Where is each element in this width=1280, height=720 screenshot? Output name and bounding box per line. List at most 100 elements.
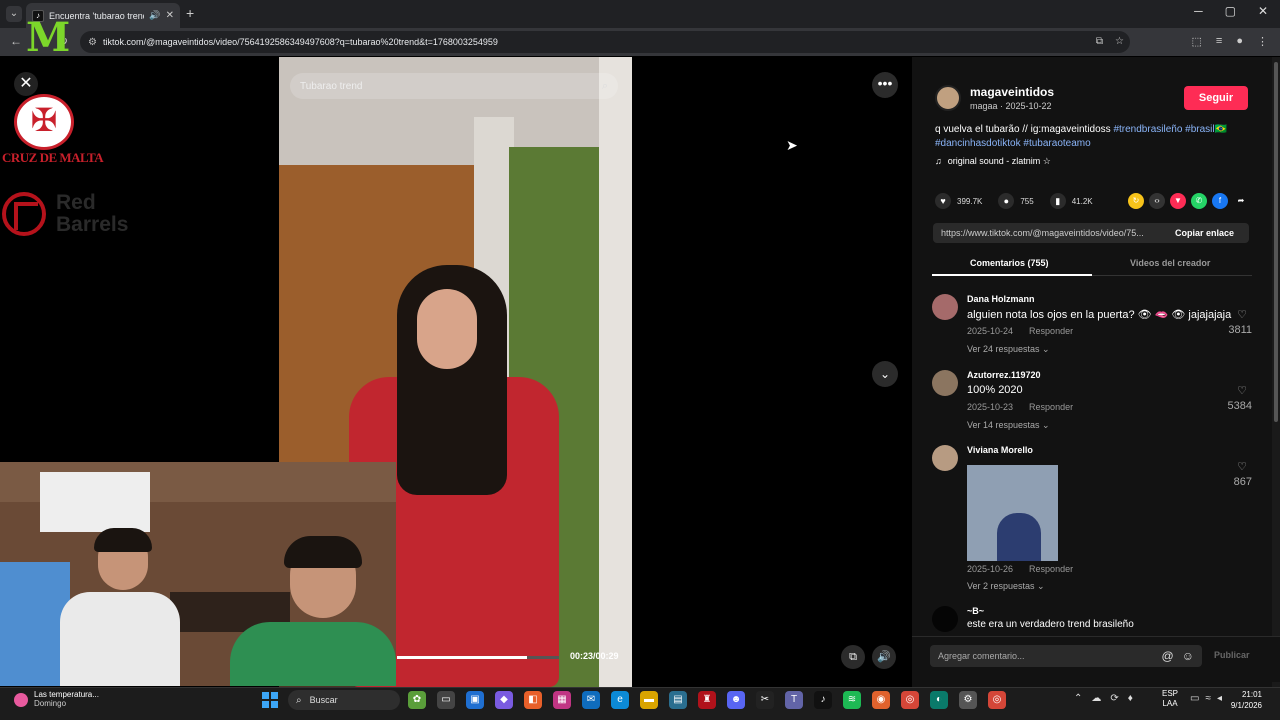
network-volume[interactable]: ▭ ≈ ◂ [1190, 693, 1222, 704]
menu-icon[interactable]: ⋮ [1257, 35, 1268, 48]
comment-user[interactable]: Viviana Morello [967, 445, 1033, 455]
cloud-icon[interactable]: ☁ [1091, 693, 1101, 704]
hashtag[interactable]: #dancinhasdotiktok [935, 138, 1021, 149]
speaker-icon[interactable]: 🔊 [149, 10, 160, 21]
chrome-icon[interactable]: ◎ [901, 691, 919, 709]
new-tab-button[interactable]: + [186, 5, 194, 21]
comment-user[interactable]: Azutorrez.119720 [967, 370, 1041, 380]
tab-comments[interactable]: Comentarios (755) [970, 258, 1049, 268]
hashtag[interactable]: #trendbrasileño [1113, 124, 1182, 135]
scroll-thumb[interactable] [1274, 62, 1278, 422]
comment-user[interactable]: ~B~ [967, 606, 984, 616]
view-replies-button[interactable]: Ver 14 respuestas ⌄ [967, 420, 1050, 431]
game-icon[interactable]: ♜ [698, 691, 716, 709]
publish-button[interactable]: Publicar [1214, 650, 1250, 660]
share-arrow-icon[interactable]: ➦ [1233, 193, 1249, 209]
next-video-icon[interactable]: ⌄ [872, 361, 898, 387]
avatar[interactable] [932, 606, 958, 632]
copilot-app-icon[interactable]: ◆ [495, 691, 513, 709]
comment-user[interactable]: Dana Holzmann [967, 294, 1035, 304]
pip-icon[interactable]: ⧉ [841, 645, 865, 669]
windows-start-icon[interactable] [262, 692, 278, 708]
profile-icon[interactable]: ● [1236, 35, 1243, 48]
clock[interactable]: 21:01 9/1/2026 [1222, 689, 1262, 711]
avatar[interactable] [932, 294, 958, 320]
close-video-icon[interactable]: ✕ [14, 72, 38, 96]
hashtag[interactable]: #brasil🇧🇷 [1185, 124, 1227, 135]
emoji-icon[interactable]: ☺ [1182, 649, 1194, 663]
copy-link-button[interactable]: Copiar enlace [1169, 228, 1234, 238]
bookmark-star-icon[interactable]: ☆ [1115, 36, 1124, 47]
media-icon[interactable]: ≡ [1216, 35, 1222, 48]
video-progress-bar[interactable] [397, 656, 559, 659]
mention-icon[interactable]: @ [1162, 649, 1174, 663]
install-icon[interactable]: ⧉ [1096, 36, 1103, 47]
taskbar-search[interactable]: ⌕ Buscar [288, 690, 400, 710]
photos-icon[interactable]: ▤ [669, 691, 687, 709]
video-search-bar[interactable]: Tubarao trend ⌕ [290, 73, 618, 99]
outlook-icon[interactable]: ✉ [582, 691, 600, 709]
spotify-icon[interactable]: ≋ [843, 691, 861, 709]
reply-button[interactable]: Responder [1029, 326, 1073, 336]
wifi-icon: ≈ [1205, 693, 1211, 704]
task-view-icon[interactable]: ▭ [437, 691, 455, 709]
chevron-up-icon[interactable]: ⌃ [1074, 693, 1082, 704]
address-bar[interactable]: ⚙ tiktok.com/@magaveintidos/video/756419… [80, 31, 1130, 53]
close-tab-icon[interactable]: ✕ [166, 10, 174, 21]
firefox-icon[interactable]: ◉ [872, 691, 890, 709]
volume-icon[interactable]: 🔊 [872, 645, 896, 669]
apps-icon[interactable]: ▦ [553, 691, 571, 709]
repost-icon[interactable]: ↻ [1128, 193, 1144, 209]
whatsapp-icon[interactable]: ✆ [1191, 193, 1207, 209]
send-icon[interactable]: ▼ [1170, 193, 1186, 209]
bookmark-icon[interactable]: ▮ [1049, 193, 1066, 209]
comment-input[interactable]: Agregar comentario... @ ☺ [930, 645, 1202, 667]
author-avatar[interactable] [935, 85, 961, 111]
comment-placeholder: Agregar comentario... [938, 651, 1025, 661]
minimize-icon[interactable]: ─ [1194, 4, 1203, 18]
avatar[interactable] [932, 370, 958, 396]
reply-button[interactable]: Responder [1029, 402, 1073, 412]
view-replies-button[interactable]: Ver 24 respuestas ⌄ [967, 344, 1050, 355]
mic-icon[interactable]: ♦ [1128, 693, 1133, 704]
tab-creator-videos[interactable]: Videos del creador [1130, 258, 1210, 268]
app-icon[interactable]: ◐ [930, 691, 948, 709]
comment-heart-icon[interactable]: ♡ [1230, 308, 1254, 321]
reply-button[interactable]: Responder [1029, 564, 1073, 574]
site-info-icon[interactable]: ⚙ [88, 37, 97, 48]
teams-icon[interactable]: T [785, 691, 803, 709]
comment-heart-icon[interactable]: ♡ [1230, 460, 1254, 473]
avatar[interactable] [932, 445, 958, 471]
embed-icon[interactable]: ‹› [1149, 193, 1165, 209]
edge-icon[interactable]: e [611, 691, 629, 709]
chrome-active-icon[interactable]: ◎ [988, 691, 1006, 709]
extensions-icon[interactable]: ⬚ [1192, 35, 1202, 48]
comment-icon[interactable]: ● [998, 193, 1015, 209]
settings-icon[interactable]: ⚙ [959, 691, 977, 709]
author-name[interactable]: magaveintidos [970, 85, 1054, 99]
search-icon[interactable]: ⌕ [602, 80, 608, 93]
copilot-icon[interactable]: ✿ [408, 691, 426, 709]
tab-search-icon[interactable]: ⌄ [6, 6, 22, 22]
more-options-icon[interactable]: ••• [872, 72, 898, 98]
maximize-icon[interactable]: ▢ [1225, 4, 1236, 18]
hashtag[interactable]: #tubaraoteamo [1023, 138, 1090, 149]
capcut-icon[interactable]: ✂ [756, 691, 774, 709]
view-replies-button[interactable]: Ver 2 respuestas ⌄ [967, 581, 1045, 592]
discord-icon[interactable]: ☻ [727, 691, 745, 709]
back-icon[interactable]: ← [10, 34, 22, 48]
language-indicator[interactable]: ESP LAA [1162, 689, 1178, 709]
office-icon[interactable]: ◧ [524, 691, 542, 709]
facebook-icon[interactable]: f [1212, 193, 1228, 209]
store-icon[interactable]: ▣ [466, 691, 484, 709]
tiktok-studio-icon[interactable]: ♪ [814, 691, 832, 709]
comment-image[interactable] [967, 465, 1058, 561]
weather-widget[interactable]: Las temperatura... Domingo [14, 690, 99, 708]
sync-icon[interactable]: ⟳ [1110, 693, 1118, 704]
comment-heart-icon[interactable]: ♡ [1230, 384, 1254, 397]
folder-icon[interactable]: ▬ [640, 691, 658, 709]
follow-button[interactable]: Seguir [1184, 86, 1248, 110]
heart-icon[interactable]: ♥ [935, 193, 951, 209]
music-link[interactable]: ♫ original sound - zlatnim ☆ [935, 156, 1051, 167]
window-close-icon[interactable]: ✕ [1258, 4, 1268, 18]
